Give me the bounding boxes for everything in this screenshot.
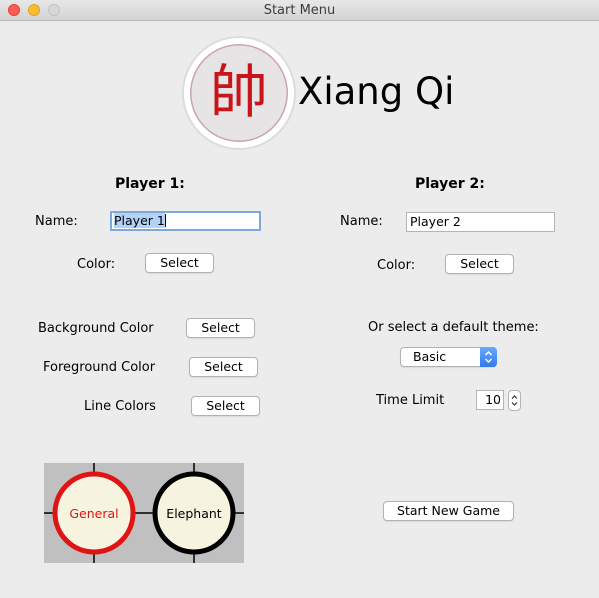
player2-name-label: Name:: [340, 214, 383, 229]
dropdown-arrows-icon: [480, 347, 497, 367]
logo-glyph: 帥: [210, 58, 268, 126]
player1-name-field[interactable]: Player 1: [110, 211, 261, 231]
foreground-color-label: Foreground Color: [43, 360, 156, 375]
line-colors-select-button[interactable]: Select: [191, 396, 260, 416]
player1-name-value: Player 1: [114, 213, 165, 228]
line-colors-label: Line Colors: [84, 399, 156, 414]
logo-icon: 帥: [182, 36, 296, 150]
theme-dropdown[interactable]: Basic: [400, 347, 497, 367]
time-limit-field[interactable]: 10: [476, 390, 504, 410]
player1-heading: Player 1:: [115, 176, 185, 192]
time-limit-label: Time Limit: [376, 393, 445, 408]
player2-heading: Player 2:: [415, 176, 485, 192]
time-limit-value: 10: [485, 392, 501, 407]
background-color-select-button[interactable]: Select: [186, 318, 255, 338]
elephant-piece-label: Elephant: [166, 506, 222, 521]
app-title: Xiang Qi: [298, 70, 455, 113]
general-piece-label: General: [69, 506, 119, 521]
player2-name-value: Player 2: [410, 214, 461, 229]
text-caret: [164, 214, 166, 227]
theme-dropdown-value: Basic: [413, 349, 447, 364]
board-preview: General Elephant: [44, 463, 244, 563]
player1-name-label: Name:: [35, 214, 78, 229]
player2-color-label: Color:: [377, 258, 416, 273]
player2-color-select-button[interactable]: Select: [445, 254, 514, 274]
player1-color-label: Color:: [77, 257, 116, 272]
window-title: Start Menu: [263, 3, 336, 18]
start-new-game-button[interactable]: Start New Game: [383, 501, 514, 521]
foreground-color-select-button[interactable]: Select: [189, 357, 258, 377]
player2-name-field[interactable]: Player 2: [406, 212, 555, 232]
default-theme-prompt: Or select a default theme:: [368, 320, 539, 335]
time-limit-stepper[interactable]: [508, 390, 521, 411]
player1-color-select-button[interactable]: Select: [145, 253, 214, 273]
background-color-label: Background Color: [38, 321, 154, 336]
stepper-arrows-icon: [511, 395, 518, 406]
